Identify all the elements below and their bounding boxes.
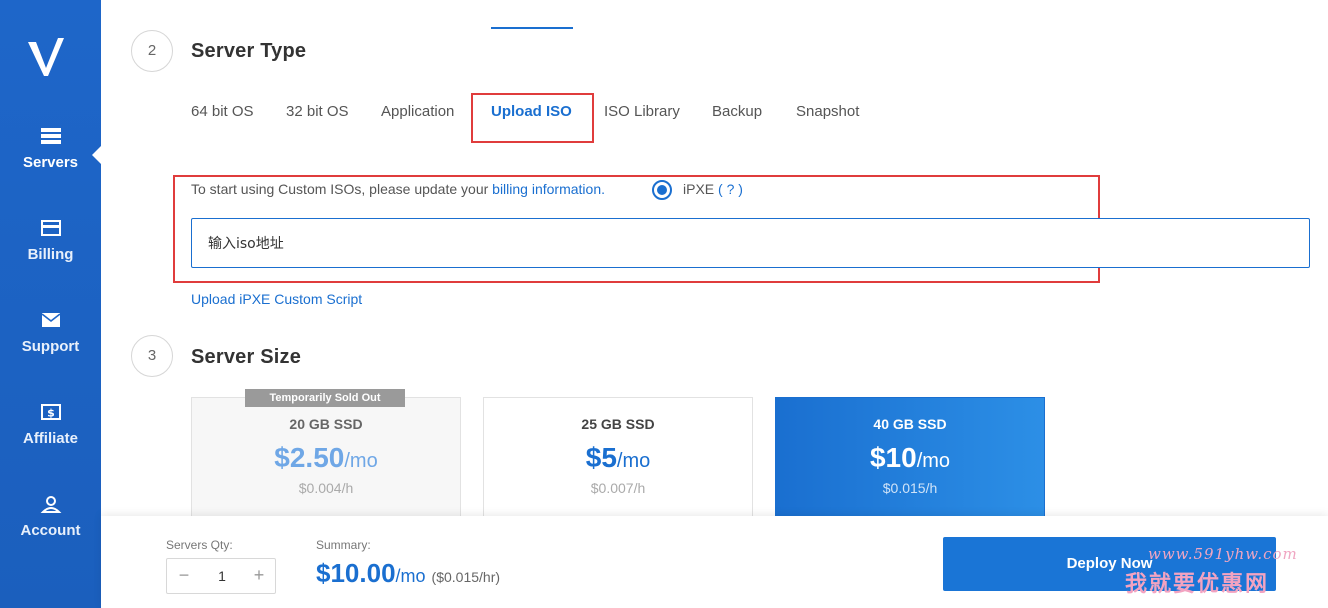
sidebar-item-label: Billing xyxy=(27,246,74,263)
card-storage: 40 GB SSD xyxy=(873,416,947,432)
price-value: $10 xyxy=(869,442,917,473)
price-period: /mo xyxy=(616,450,651,472)
quantity-stepper: − 1 + xyxy=(166,558,276,594)
summary-hourly: ($0.015/hr) xyxy=(431,569,501,585)
iso-url-input[interactable] xyxy=(191,218,1310,268)
highlight-box-tab xyxy=(471,93,594,143)
price-value: $2.50 xyxy=(274,442,345,473)
custom-iso-notice: To start using Custom ISOs, please updat… xyxy=(191,181,605,197)
summary-price: $10.00/mo ($0.015/hr) xyxy=(316,558,500,589)
sidebar-item-support[interactable]: Support xyxy=(0,310,101,356)
tab-snapshot[interactable]: Snapshot xyxy=(796,103,859,120)
svg-text:$: $ xyxy=(47,407,55,420)
step-number: 2 xyxy=(131,30,173,72)
card-storage: 20 GB SSD xyxy=(289,416,363,432)
paren-open: ( xyxy=(718,181,723,197)
sidebar-item-label: Account xyxy=(20,522,81,539)
server-size-card-20gb: Temporarily Sold Out 20 GB SSD $2.50/mo … xyxy=(191,389,461,527)
card-hourly: $0.007/h xyxy=(590,480,646,496)
deploy-bar: Servers Qty: − 1 + Summary: $10.00/mo ($0… xyxy=(101,516,1328,608)
ipxe-radio[interactable] xyxy=(652,180,672,200)
vultr-logo[interactable] xyxy=(26,36,68,78)
card-storage: 25 GB SSD xyxy=(581,416,655,432)
card-price: $2.50/mo xyxy=(192,442,460,474)
active-indicator xyxy=(92,146,101,164)
envelope-icon xyxy=(41,313,60,327)
qty-value[interactable]: 1 xyxy=(207,568,237,584)
sidebar-item-billing[interactable]: Billing xyxy=(0,218,101,264)
server-size-card-25gb[interactable]: 25 GB SSD $5/mo $0.007/h xyxy=(483,397,753,527)
tab-application[interactable]: Application xyxy=(381,103,454,120)
tab-32bit-os[interactable]: 32 bit OS xyxy=(286,103,349,120)
billing-information-link[interactable]: billing information. xyxy=(492,181,605,197)
sidebar-item-servers[interactable]: Servers xyxy=(0,126,101,172)
price-value: $5 xyxy=(585,442,617,473)
card-price: $10/mo xyxy=(776,442,1044,474)
user-icon xyxy=(40,496,61,513)
dollar-bill-icon: $ xyxy=(40,404,61,420)
qty-increment-button[interactable]: + xyxy=(249,565,269,586)
watermark-url: www.591yhw.com xyxy=(1148,545,1298,563)
sidebar-item-affiliate[interactable]: $ Affiliate xyxy=(0,402,101,448)
notice-text: To start using Custom ISOs, please updat… xyxy=(191,181,493,197)
server-size-card-40gb[interactable]: 40 GB SSD $10/mo $0.015/h xyxy=(775,397,1045,527)
section-title-server-type: Server Type xyxy=(191,40,307,62)
summary-monthly: $10.00 xyxy=(316,558,396,588)
tab-backup[interactable]: Backup xyxy=(712,103,762,120)
card-hourly: $0.015/h xyxy=(882,480,938,496)
ipxe-help-link[interactable]: ? xyxy=(727,181,735,197)
step-number: 3 xyxy=(131,335,173,377)
tab-iso-library[interactable]: ISO Library xyxy=(604,103,680,120)
sidebar-item-account[interactable]: Account xyxy=(0,494,101,540)
ipxe-label: iPXE xyxy=(683,181,715,197)
credit-card-icon xyxy=(40,220,61,236)
summary-label: Summary: xyxy=(316,538,371,552)
card-hourly: $0.004/h xyxy=(298,480,354,496)
sidebar-item-label: Support xyxy=(21,338,80,355)
sidebar-item-label: Affiliate xyxy=(22,430,78,447)
servers-icon xyxy=(40,128,61,144)
sidebar: Servers Billing Support $ Affiliate Acco… xyxy=(0,0,101,608)
tab-64bit-os[interactable]: 64 bit OS xyxy=(191,103,254,120)
price-period: /mo xyxy=(344,450,378,472)
watermark-text: 我就要优惠网 xyxy=(1125,572,1270,597)
ipxe-label-group: iPXE ( ? ) xyxy=(683,181,743,197)
sold-out-badge: Temporarily Sold Out xyxy=(245,389,405,407)
paren-close: ) xyxy=(738,181,743,197)
summary-period: /mo xyxy=(395,566,426,586)
qty-decrement-button[interactable]: − xyxy=(174,565,194,586)
sidebar-item-label: Servers xyxy=(22,154,79,171)
card-price: $5/mo xyxy=(484,442,752,474)
upload-ipxe-script-link[interactable]: Upload iPXE Custom Script xyxy=(191,291,362,307)
price-period: /mo xyxy=(916,450,951,472)
servers-qty-label: Servers Qty: xyxy=(166,538,233,552)
active-tab-underline xyxy=(491,27,573,29)
section-title-server-size: Server Size xyxy=(191,346,302,368)
